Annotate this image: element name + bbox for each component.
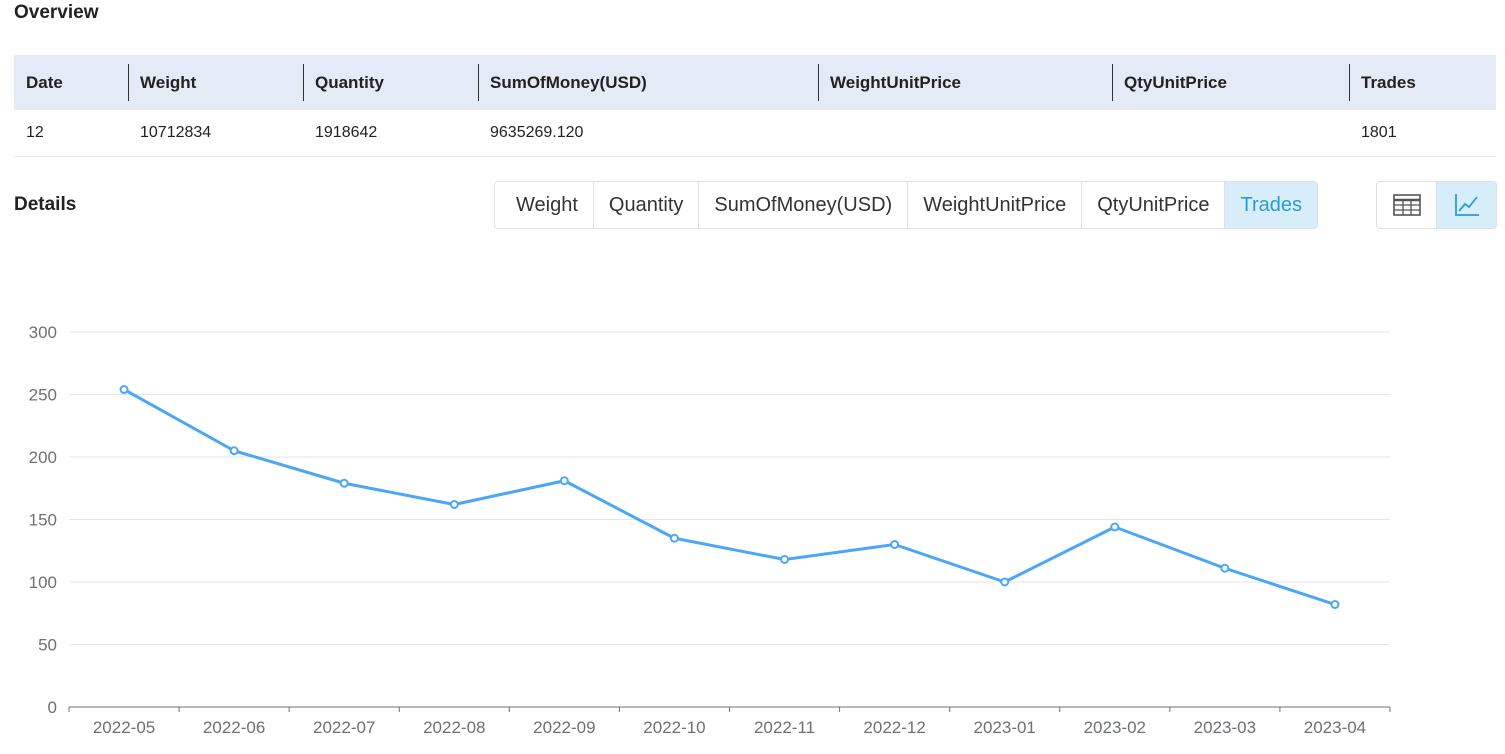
table-row: 12 10712834 1918642 9635269.120 1801	[14, 110, 1496, 157]
data-point	[119, 385, 129, 394]
tab-weight[interactable]: Weight	[495, 182, 593, 228]
details-title: Details	[14, 194, 77, 215]
data-point	[1000, 577, 1010, 587]
metric-tabs: Weight Quantity SumOfMoney(USD) WeightUn…	[494, 181, 1318, 229]
x-tick-label: 2023-04	[1304, 718, 1366, 737]
x-tick-label: 2022-09	[533, 718, 595, 737]
x-tick-label: 2022-12	[863, 718, 925, 737]
table-view-button[interactable]	[1377, 182, 1436, 228]
column-header-qty-unit-price: QtyUnitPrice	[1112, 55, 1349, 110]
x-tick-label: 2022-07	[313, 718, 375, 737]
tab-weight-unit-price[interactable]: WeightUnitPrice	[907, 182, 1082, 228]
line-chart-icon	[1454, 194, 1479, 216]
cell-weight: 10712834	[128, 110, 303, 157]
x-tick-label: 2023-03	[1194, 718, 1256, 737]
y-tick-label: 0	[48, 698, 57, 717]
y-tick-label: 150	[29, 511, 57, 530]
cell-qty-unit-price	[1112, 110, 1349, 157]
column-header-trades: Trades	[1349, 55, 1496, 110]
overview-table: Date Weight Quantity SumOfMoney(USD) Wei…	[14, 55, 1496, 157]
tab-trades[interactable]: Trades	[1224, 182, 1317, 228]
data-point	[449, 500, 459, 509]
x-tick-label: 2022-06	[203, 718, 265, 737]
series-line	[123, 388, 1336, 606]
x-tick-label: 2022-08	[423, 718, 485, 737]
tab-qty-unit-price[interactable]: QtyUnitPrice	[1081, 182, 1225, 228]
cell-date: 12	[14, 110, 128, 157]
y-tick-label: 100	[29, 573, 57, 592]
cell-weight-unit-price	[818, 110, 1112, 157]
x-tick-label: 2022-11	[754, 718, 815, 737]
column-header-weight: Weight	[128, 55, 303, 110]
y-tick-label: 50	[38, 636, 57, 655]
data-point	[1110, 522, 1120, 532]
cell-sum-of-money: 9635269.120	[478, 110, 818, 157]
column-header-date: Date	[14, 55, 128, 110]
cell-trades: 1801	[1349, 110, 1496, 157]
data-point	[229, 446, 239, 456]
column-header-weight-unit-price: WeightUnitPrice	[818, 55, 1112, 110]
data-point	[780, 555, 790, 564]
tab-sum-of-money[interactable]: SumOfMoney(USD)	[698, 182, 908, 228]
data-point	[339, 478, 349, 488]
data-point	[890, 540, 900, 549]
y-tick-label: 200	[29, 448, 57, 467]
x-tick-label: 2023-01	[974, 718, 1036, 737]
x-tick-label: 2022-10	[643, 718, 705, 737]
x-tick-label: 2023-02	[1084, 718, 1146, 737]
table-icon	[1392, 194, 1421, 216]
data-point	[1330, 600, 1340, 609]
y-tick-label: 300	[29, 323, 57, 342]
overview-header-row: Date Weight Quantity SumOfMoney(USD) Wei…	[14, 55, 1496, 110]
x-tick-label: 2022-05	[93, 718, 155, 737]
trades-line-chart: 0 50 100 150 200 250 300 2022-05 2022-06 2022-07 2…	[29, 323, 1391, 737]
view-toggle	[1376, 181, 1497, 229]
column-header-quantity: Quantity	[303, 55, 478, 110]
data-point	[669, 533, 679, 543]
y-tick-label: 250	[29, 386, 57, 405]
column-header-sum-of-money: SumOfMoney(USD)	[478, 55, 818, 110]
data-point	[1220, 563, 1230, 573]
cell-quantity: 1918642	[303, 110, 478, 157]
chart-view-button[interactable]	[1436, 182, 1496, 228]
data-point	[559, 476, 569, 486]
tab-quantity[interactable]: Quantity	[592, 182, 699, 228]
overview-title: Overview	[14, 2, 99, 23]
